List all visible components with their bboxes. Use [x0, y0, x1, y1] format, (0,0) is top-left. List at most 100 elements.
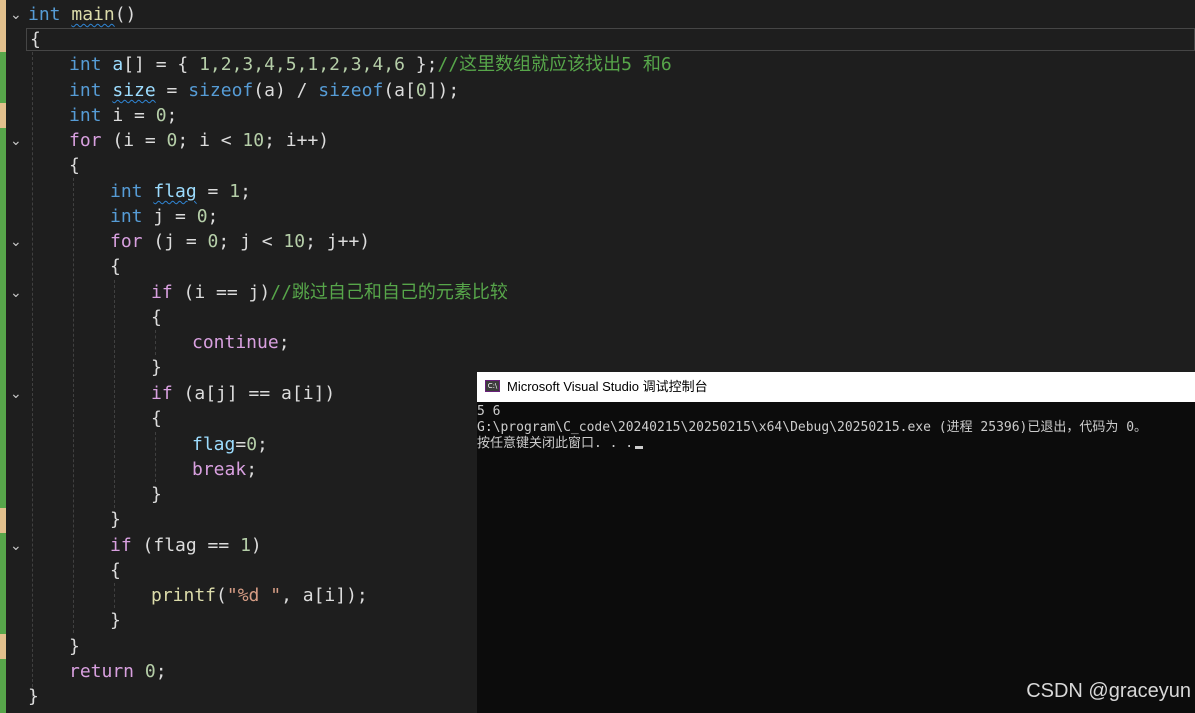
number: 0 [207, 231, 219, 252]
console-output-line: 5 6 [477, 404, 501, 419]
punctuation: ; [246, 459, 258, 480]
brace: { [151, 307, 162, 328]
indent-guide [155, 432, 156, 482]
expression: ; i < [177, 130, 243, 151]
code-line: { [69, 153, 80, 178]
punctuation: ; [166, 105, 178, 126]
brace: } [69, 636, 80, 657]
keyword: if [110, 535, 132, 556]
number: 1 [229, 181, 241, 202]
keyword: int [28, 4, 61, 25]
string-literal: "%d " [226, 585, 282, 606]
keyword: break [192, 459, 247, 480]
variable: flag [192, 434, 236, 455]
change-mark [0, 0, 6, 52]
code-line: int j = 0; [110, 204, 218, 229]
expression: ; j++) [305, 231, 371, 252]
indent-guide [155, 330, 156, 355]
console-prompt-line: 按任意键关闭此窗口. . . [477, 436, 644, 452]
brace: { [30, 29, 41, 50]
expression: (i = [101, 130, 167, 151]
variable: size [112, 80, 156, 101]
code-line: } [69, 634, 80, 659]
change-mark [0, 634, 6, 659]
code-line: flag=0; [192, 432, 268, 457]
expression: (flag == [131, 535, 241, 556]
brace: { [110, 256, 121, 277]
change-mark [0, 508, 6, 533]
code-line: printf("%d ", a[i]); [151, 583, 368, 608]
expression: j = [142, 206, 197, 227]
punctuation: ; [240, 181, 251, 202]
keyword: sizeof [318, 80, 384, 101]
expression: , a[i]); [281, 585, 368, 606]
expression: (a[ [383, 80, 416, 101]
brace: } [151, 357, 162, 378]
code-line: { [151, 406, 162, 431]
number: 0 [155, 105, 167, 126]
code-line: int size = sizeof(a) / sizeof(a[0]); [69, 78, 459, 103]
punctuation: ( [216, 585, 227, 606]
code-line: { [30, 27, 41, 52]
punctuation: ]); [426, 80, 460, 101]
punctuation: () [114, 4, 137, 25]
current-line-highlight [26, 28, 1195, 51]
expression: (a) / [253, 80, 319, 101]
number: 0 [144, 661, 156, 682]
brace: } [151, 484, 162, 505]
console-prompt-text: 按任意键关闭此窗口. . . [477, 436, 634, 451]
keyword: for [69, 130, 102, 151]
chevron-down-icon[interactable]: ⌄ [10, 235, 24, 249]
brace: } [28, 686, 39, 707]
function-name: main [71, 4, 115, 25]
number: 10 [283, 231, 306, 252]
keyword: int [110, 206, 143, 227]
punctuation: [] = { [123, 54, 200, 75]
code-line: } [110, 507, 121, 532]
watermark: CSDN @graceyun [1026, 680, 1191, 702]
code-line: if (a[j] == a[i]) [151, 381, 335, 406]
variable: flag [153, 181, 197, 202]
chevron-down-icon[interactable]: ⌄ [10, 8, 24, 22]
indent-guide [114, 280, 115, 508]
number: 0 [246, 434, 258, 455]
keyword: int [69, 105, 102, 126]
expression: i = [101, 105, 156, 126]
chevron-down-icon[interactable]: ⌄ [10, 286, 24, 300]
keyword: sizeof [188, 80, 254, 101]
expression: ; j < [218, 231, 284, 252]
code-line: break; [192, 457, 257, 482]
code-line: for (j = 0; j < 10; j++) [110, 229, 370, 254]
chevron-down-icon[interactable]: ⌄ [10, 387, 24, 401]
code-line: } [151, 355, 162, 380]
variable: a [112, 54, 124, 75]
keyword: int [69, 54, 102, 75]
operator: = [155, 80, 189, 101]
console-title: Microsoft Visual Studio 调试控制台 [507, 379, 708, 394]
code-line: for (i = 0; i < 10; i++) [69, 128, 329, 153]
code-line: int a[] = { 1,2,3,4,5,1,2,3,4,6 };//这里数组… [69, 52, 672, 77]
keyword: int [69, 80, 102, 101]
code-line: int flag = 1; [110, 179, 251, 204]
number: 0 [166, 130, 178, 151]
expression: (a[j] == a[i]) [172, 383, 336, 404]
chevron-down-icon[interactable]: ⌄ [10, 539, 24, 553]
code-line: } [110, 608, 121, 633]
change-mark [0, 103, 6, 128]
debug-console-window[interactable]: C:\ Microsoft Visual Studio 调试控制台 5 6 G:… [477, 372, 1195, 713]
keyword: if [151, 383, 173, 404]
brace: { [69, 155, 80, 176]
expression: (j = [142, 231, 208, 252]
punctuation: ; [257, 434, 268, 455]
code-line: continue; [192, 330, 290, 355]
code-line: { [110, 558, 121, 583]
console-app-icon: C:\ [485, 380, 500, 392]
keyword: for [110, 231, 143, 252]
brace: } [110, 610, 121, 631]
chevron-down-icon[interactable]: ⌄ [10, 134, 24, 148]
keyword: int [110, 181, 143, 202]
text-cursor [635, 446, 644, 449]
console-output-line: G:\program\C_code\20240215\20250215\x64\… [477, 420, 1148, 435]
brace: } [110, 509, 121, 530]
console-title-bar[interactable]: C:\ Microsoft Visual Studio 调试控制台 [477, 372, 1195, 402]
